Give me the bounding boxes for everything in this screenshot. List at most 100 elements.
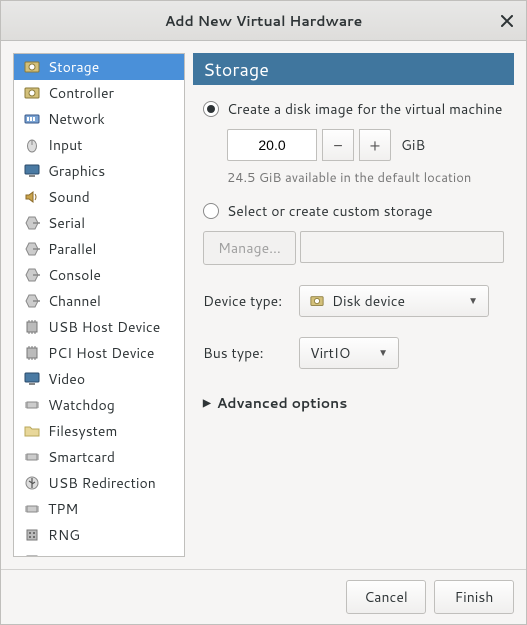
sidebar-item-label: Serial <box>48 213 85 233</box>
dialog-footer: Cancel Finish <box>1 569 526 624</box>
sound-icon <box>24 189 40 205</box>
sidebar-item-network[interactable]: Network <box>14 106 184 132</box>
chevron-down-icon: ▼ <box>468 294 478 308</box>
hardware-sidebar: Storage Controller Network Input Graphics Sou… <box>13 53 185 557</box>
sidebar-item-label: Smartcard <box>48 447 115 467</box>
port-icon <box>24 215 40 231</box>
mouse-icon <box>24 137 40 153</box>
chip-icon <box>24 397 40 413</box>
sidebar-item-channel[interactable]: Channel <box>14 288 184 314</box>
advanced-options-expander[interactable]: ▶ Advanced options <box>203 393 504 413</box>
radio-create-label: Create a disk image for the virtual mach… <box>227 99 502 119</box>
device-type-label: Device type: <box>203 291 289 311</box>
sidebar-item-label: Filesystem <box>48 421 117 441</box>
disk-icon <box>310 294 324 308</box>
size-increment-button[interactable]: + <box>359 129 391 161</box>
sidebar-item-parallel[interactable]: Parallel <box>14 236 184 262</box>
cancel-button[interactable]: Cancel <box>346 580 426 614</box>
monitor-icon <box>24 371 40 387</box>
bus-type-combo[interactable]: VirtIO ▼ <box>299 337 399 369</box>
sidebar-item-label: Input <box>48 135 82 155</box>
sidebar-item-smartcard[interactable]: Smartcard <box>14 444 184 470</box>
main-panel: Storage Create a disk image for the virt… <box>193 53 514 557</box>
custom-storage-row: Manage... <box>203 231 504 265</box>
bus-type-row: Bus type: VirtIO ▼ <box>203 337 504 369</box>
chevron-down-icon: ▼ <box>378 346 388 360</box>
port-icon <box>24 293 40 309</box>
storage-path-input[interactable] <box>300 231 504 263</box>
sidebar-item-sound[interactable]: Sound <box>14 184 184 210</box>
radio-icon <box>203 203 219 219</box>
sidebar-item-serial[interactable]: Serial <box>14 210 184 236</box>
usb-icon <box>24 475 40 491</box>
port-icon <box>24 267 40 283</box>
hostdev-icon <box>24 319 40 335</box>
sidebar-item-label: TPM <box>48 499 78 519</box>
rng-icon <box>24 553 40 557</box>
sidebar-item-label: Network <box>48 109 105 129</box>
titlebar: Add New Virtual Hardware <box>1 1 526 41</box>
expander-triangle-icon: ▶ <box>203 396 211 410</box>
sidebar-item-label: Channel <box>48 291 101 311</box>
radio-icon <box>203 101 219 117</box>
sidebar-item-label: Parallel <box>48 239 96 259</box>
sidebar-item-tpm[interactable]: TPM <box>14 496 184 522</box>
sidebar-item-label: Console <box>48 265 101 285</box>
sidebar-item-label: Sound <box>48 187 90 207</box>
dialog-body: Storage Controller Network Input Graphics Sou… <box>1 41 526 569</box>
sidebar-item-graphics[interactable]: Graphics <box>14 158 184 184</box>
size-spinner: − + GiB <box>227 129 504 161</box>
advanced-options-label: Advanced options <box>217 393 348 413</box>
disk-icon <box>24 85 40 101</box>
sidebar-item-pci-host-device[interactable]: PCI Host Device <box>14 340 184 366</box>
sidebar-item-label: Panic Notifier <box>48 551 137 557</box>
sidebar-item-label: Video <box>48 369 85 389</box>
sidebar-item-storage[interactable]: Storage <box>14 54 184 80</box>
sidebar-item-controller[interactable]: Controller <box>14 80 184 106</box>
sidebar-item-rng[interactable]: RNG <box>14 522 184 548</box>
sidebar-item-label: RNG <box>48 525 80 545</box>
sidebar-item-input[interactable]: Input <box>14 132 184 158</box>
size-input[interactable] <box>227 129 317 161</box>
folder-icon <box>24 423 40 439</box>
sidebar-item-usb-host-device[interactable]: USB Host Device <box>14 314 184 340</box>
device-type-row: Device type: Disk device ▼ <box>203 285 504 317</box>
radio-custom-storage[interactable]: Select or create custom storage <box>203 201 504 221</box>
sidebar-item-label: PCI Host Device <box>48 343 154 363</box>
radio-custom-label: Select or create custom storage <box>227 201 433 221</box>
sidebar-item-video[interactable]: Video <box>14 366 184 392</box>
panel-header: Storage <box>193 53 514 85</box>
device-type-combo[interactable]: Disk device ▼ <box>299 285 489 317</box>
sidebar-item-label: USB Host Device <box>48 317 160 337</box>
sidebar-item-filesystem[interactable]: Filesystem <box>14 418 184 444</box>
size-unit: GiB <box>401 135 425 155</box>
hostdev-icon <box>24 345 40 361</box>
device-type-value: Disk device <box>332 291 405 311</box>
sidebar-item-label: USB Redirection <box>48 473 156 493</box>
manage-button[interactable]: Manage... <box>203 231 296 265</box>
chip-icon <box>24 501 40 517</box>
nic-icon <box>24 111 40 127</box>
sidebar-item-label: Watchdog <box>48 395 115 415</box>
bus-type-label: Bus type: <box>203 343 289 363</box>
bus-type-value: VirtIO <box>310 343 350 363</box>
port-icon <box>24 241 40 257</box>
panel-body: Create a disk image for the virtual mach… <box>193 85 514 423</box>
sidebar-item-panic-notifier[interactable]: Panic Notifier <box>14 548 184 557</box>
window-title: Add New Virtual Hardware <box>165 11 363 31</box>
chip-icon <box>24 449 40 465</box>
sidebar-item-label: Storage <box>48 57 99 77</box>
sidebar-item-label: Graphics <box>48 161 105 181</box>
monitor-icon <box>24 163 40 179</box>
close-icon <box>501 15 513 27</box>
disk-icon <box>24 59 40 75</box>
finish-button[interactable]: Finish <box>434 580 514 614</box>
sidebar-item-watchdog[interactable]: Watchdog <box>14 392 184 418</box>
sidebar-item-console[interactable]: Console <box>14 262 184 288</box>
sidebar-item-usb-redirection[interactable]: USB Redirection <box>14 470 184 496</box>
panel-title: Storage <box>203 56 269 82</box>
radio-create-disk[interactable]: Create a disk image for the virtual mach… <box>203 99 504 119</box>
close-button[interactable] <box>496 10 518 32</box>
rng-icon <box>24 527 40 543</box>
size-decrement-button[interactable]: − <box>322 129 354 161</box>
